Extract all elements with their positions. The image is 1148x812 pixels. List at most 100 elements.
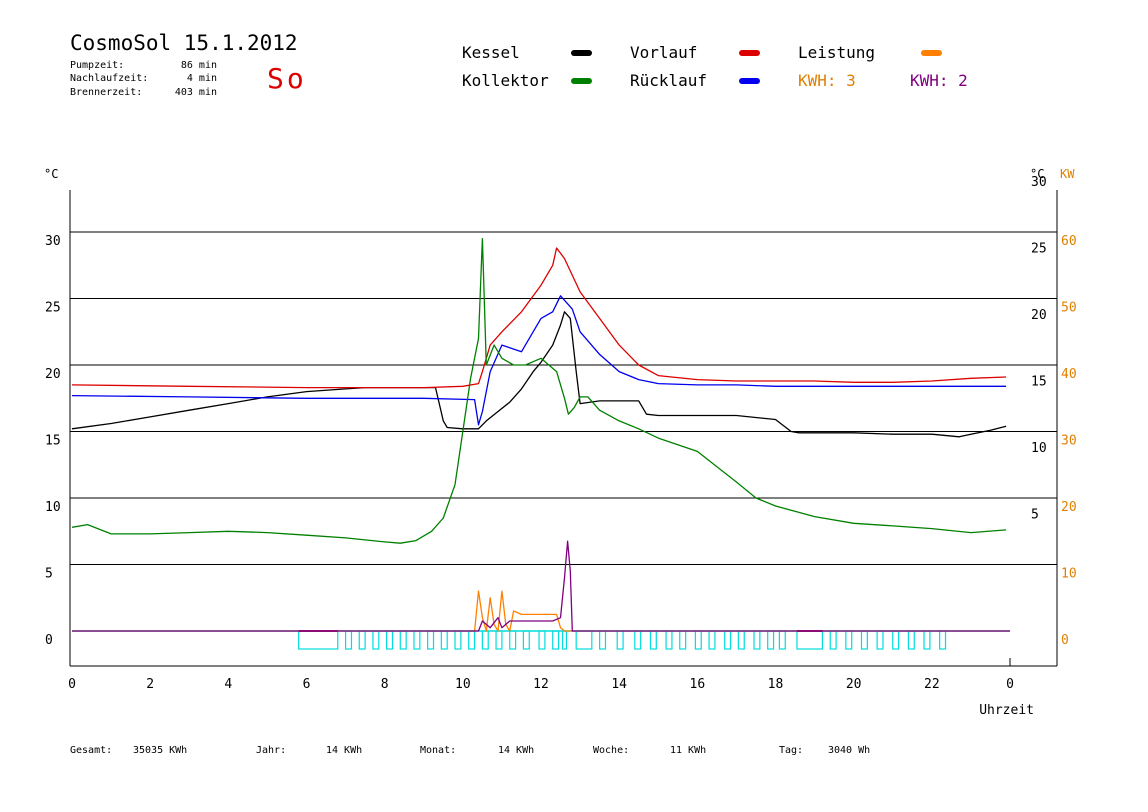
footer-value-monat: 14 KWh [498,745,534,756]
right-axis-unit-kw: KW [1060,167,1075,181]
stat-value-pumpzeit: 86 min [181,60,217,71]
pump-block-22 [649,630,657,650]
pump-block-21 [634,630,642,650]
footer-value-jahr: 14 KWh [326,745,362,756]
pump-block-9 [454,630,462,650]
footer-label-gesamt: Gesamt: [70,745,112,756]
right-tick-c-15: 15 [1031,375,1047,390]
pump-block-28 [737,630,745,650]
right-y-tick-labels-kw: 0 10 20 30 40 50 60 [1061,234,1077,648]
legend-label-leistung: Leistung [798,43,875,62]
pump-block-14 [522,630,530,650]
footer-label-woche: Woche: [593,745,629,756]
pump-block-2 [358,630,366,650]
right-tick-c-30: 30 [1031,175,1047,190]
pump-block-35 [860,630,868,650]
x-tick-9: 18 [768,677,784,692]
x-axis-label: Uhrzeit [979,703,1034,718]
legend-label-kessel: Kessel [462,43,520,62]
legend-swatch-kessel [571,50,592,56]
series-line-kwh2 [72,540,1010,632]
x-tick-12: 0 [1006,677,1014,692]
pump-block-38 [907,630,915,650]
stat-label-brennerzeit: Brennerzeit: [70,87,142,98]
x-tick-4: 8 [381,677,389,692]
pump-activity [72,630,1010,650]
pump-block-3 [372,630,380,650]
left-axis-unit: °C [44,167,58,181]
pump-block-12 [495,630,503,650]
x-tick-7: 14 [611,677,627,692]
right-tick-kw-40: 40 [1061,367,1077,382]
stat-value-brennerzeit: 403 min [175,87,217,98]
left-tick-20: 20 [45,367,61,382]
right-tick-kw-50: 50 [1061,301,1077,316]
pump-block-8 [440,630,448,650]
legend-swatch-ruecklauf [739,78,760,84]
pump-block-37 [892,630,900,650]
footer-label-monat: Monat: [420,745,456,756]
pump-block-30 [767,630,775,650]
x-tick-10: 20 [846,677,862,692]
pump-block-23 [665,630,673,650]
pump-block-4 [386,630,394,650]
pump-block-18 [575,630,593,650]
x-tick-5: 10 [455,677,471,692]
pump-block-11 [481,630,489,650]
series-line-leistung [72,590,1010,632]
pump-block-0 [298,630,339,650]
legend: Kessel Vorlauf Leistung Kollektor Rückla… [462,43,968,90]
series-line-vorlauf [71,247,1007,389]
stat-value-nachlaufzeit: 4 min [187,73,217,84]
plot-frame [69,190,1058,667]
right-tick-c-25: 25 [1031,242,1047,257]
pump-block-24 [679,630,687,650]
pump-block-29 [753,630,761,650]
pump-block-1 [344,630,353,650]
chart-title: CosmoSol 15.1.2012 [70,31,298,55]
left-y-tick-labels: 0 5 10 15 20 25 30 [45,234,61,648]
stat-label-nachlaufzeit: Nachlaufzeit: [70,73,148,84]
left-tick-10: 10 [45,500,61,515]
series-lines [71,238,1010,632]
x-tick-6: 12 [533,677,549,692]
legend-swatch-vorlauf [739,50,760,56]
footer-value-woche: 11 KWh [670,745,706,756]
gridlines [70,231,1057,565]
pump-block-5 [399,630,407,650]
solar-thermal-chart: CosmoSol 15.1.2012 So Pumpzeit: 86 min N… [44,31,1077,756]
series-line-ruecklauf [71,295,1007,426]
legend-kwh-leistung: KWH: 3 [798,71,856,90]
right-tick-kw-60: 60 [1061,234,1077,249]
legend-label-ruecklauf: Rücklauf [630,71,707,90]
pump-block-39 [923,630,931,650]
x-tick-2: 4 [224,677,232,692]
x-tick-labels: 0 2 4 6 8 10 12 14 16 18 20 22 0 [68,658,1014,692]
pump-block-25 [694,630,702,650]
x-tick-0: 0 [68,677,76,692]
right-y-tick-labels-c: 5 10 15 20 25 30 [1031,175,1047,523]
legend-label-vorlauf: Vorlauf [630,43,697,62]
right-tick-kw-0: 0 [1061,633,1069,648]
x-tick-11: 22 [924,677,940,692]
pump-block-15 [538,630,546,650]
pump-block-32 [796,630,824,650]
footer-value-gesamt: 35035 KWh [133,745,187,756]
pump-block-7 [427,630,435,650]
pump-block-36 [876,630,884,650]
left-tick-30: 30 [45,234,61,249]
pump-block-34 [845,630,853,650]
pump-block-10 [468,630,476,650]
pump-block-16 [552,630,560,650]
series-line-kessel [71,311,1007,438]
x-tick-8: 16 [690,677,706,692]
right-tick-kw-30: 30 [1061,434,1077,449]
pump-block-31 [778,630,786,650]
axis-units: °C °C KW [44,167,1075,181]
legend-label-kollektor: Kollektor [462,71,549,90]
right-tick-kw-20: 20 [1061,500,1077,515]
pump-block-19 [599,630,607,650]
runtime-stats: Pumpzeit: 86 min Nachlaufzeit: 4 min Bre… [70,60,217,98]
pump-block-6 [413,630,421,650]
left-tick-0: 0 [45,633,53,648]
